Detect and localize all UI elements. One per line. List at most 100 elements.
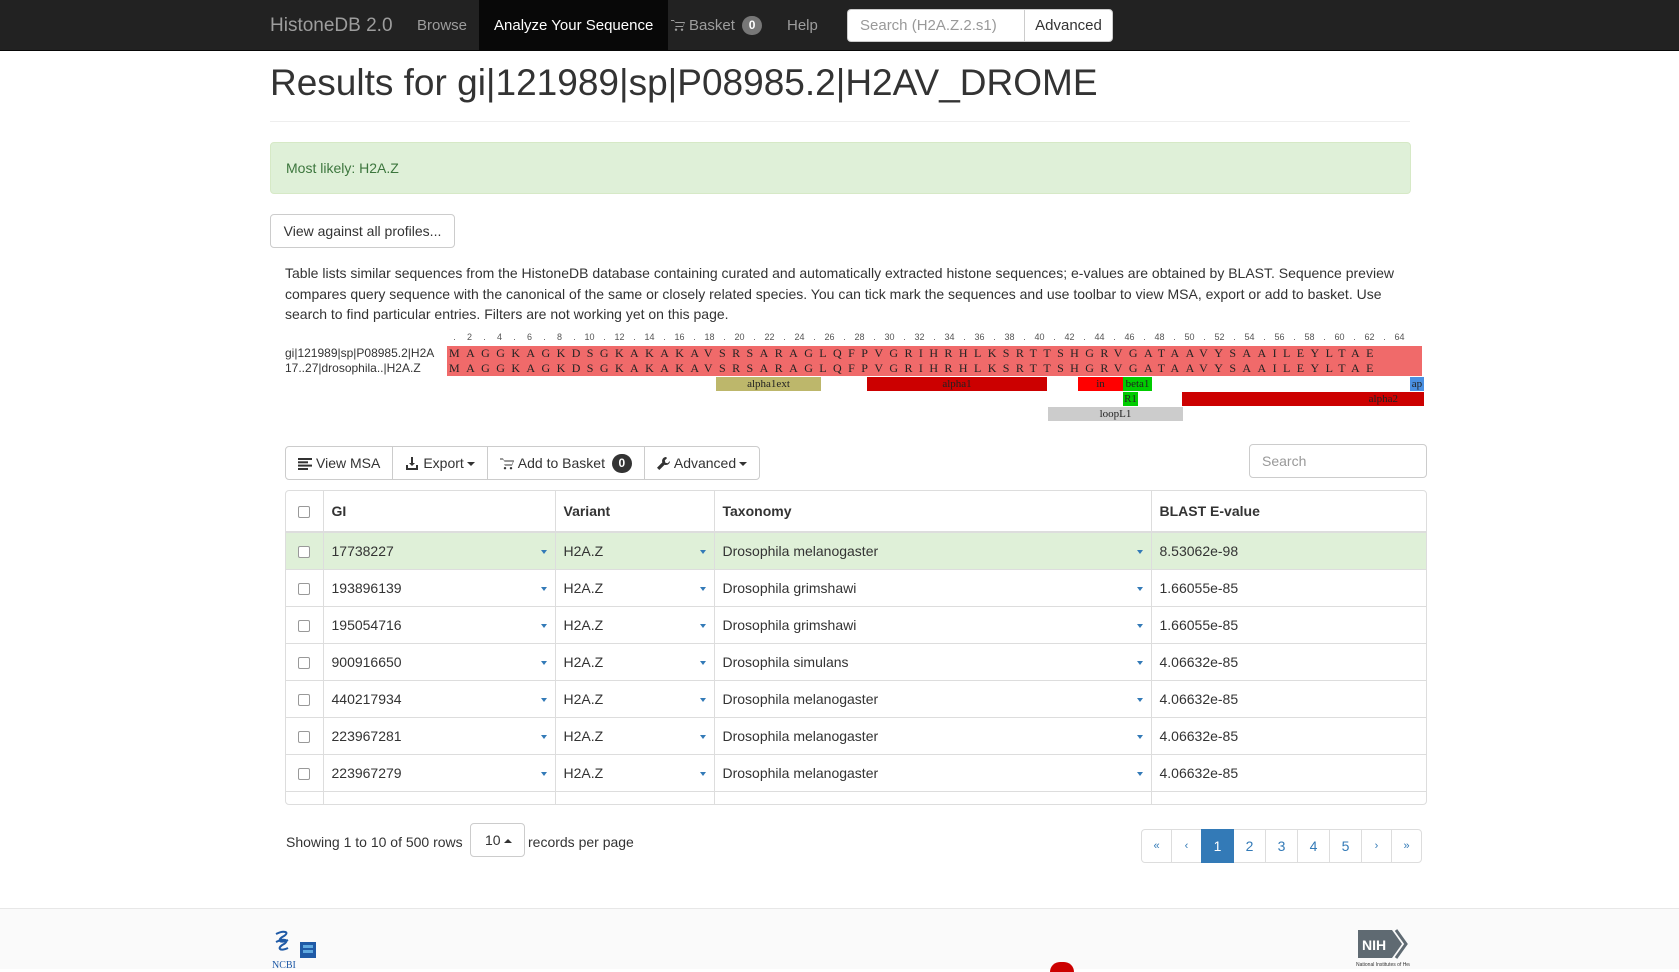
evalue-cell-text: 4.06632e-85 xyxy=(1160,802,1239,804)
expand-caret-icon[interactable] xyxy=(1136,623,1143,628)
align-left-icon xyxy=(298,458,312,470)
page-button-5[interactable]: 5 xyxy=(1329,829,1362,863)
page-next-button[interactable]: › xyxy=(1361,829,1392,863)
expand-caret-icon[interactable] xyxy=(540,734,547,739)
cart-icon xyxy=(499,458,514,470)
row-checkbox[interactable] xyxy=(298,546,311,559)
variant-cell-text: H2A.Z xyxy=(563,616,604,633)
evalue-cell: 4.06632e-85 xyxy=(1150,716,1426,754)
feature-ap: ap xyxy=(1410,377,1424,391)
expand-caret-icon[interactable] xyxy=(540,697,547,702)
page-button-2[interactable]: 2 xyxy=(1233,829,1266,863)
variant-cell: H2A.Z xyxy=(554,568,714,606)
table-row[interactable]: 223967281 H2A.Z Drosophila melanogaster 4.0… xyxy=(286,716,1426,754)
page-prev-button[interactable]: ‹ xyxy=(1171,829,1202,863)
feature-in: in xyxy=(1078,377,1123,391)
header-blast-evalue[interactable]: BLAST E-value xyxy=(1150,491,1426,533)
expand-caret-icon[interactable] xyxy=(540,623,547,628)
ncbi-logo[interactable]: NCBI xyxy=(270,928,326,970)
view-all-profiles-button[interactable]: View against all profiles... xyxy=(270,214,455,248)
gi-cell-text: 17738227 xyxy=(331,542,394,559)
expand-caret-icon[interactable] xyxy=(699,549,706,554)
page-first-button[interactable]: « xyxy=(1141,829,1172,863)
top-navbar: HistoneDB 2.0 Browse Analyze Your Sequen… xyxy=(0,0,1679,51)
table-header-row: GI Variant Taxonomy BLAST E-value xyxy=(286,491,1426,533)
showing-rows-text: Showing 1 to 10 of 500 rows xyxy=(286,834,463,850)
table-row[interactable]: 17738227 H2A.Z Drosophila melanogaster 8.53… xyxy=(286,531,1426,569)
expand-caret-icon[interactable] xyxy=(1136,549,1143,554)
taxonomy-cell-text: Drosophila melanogaster xyxy=(722,690,879,707)
variant-cell-text: H2A.Z xyxy=(564,802,604,804)
row-checkbox-cell xyxy=(286,790,323,804)
expand-caret-icon[interactable] xyxy=(699,697,706,702)
export-button[interactable]: Export xyxy=(392,446,488,480)
feature-alpha2: alpha2 xyxy=(1182,392,1424,406)
table-search-input[interactable] xyxy=(1249,444,1427,478)
expand-caret-icon[interactable] xyxy=(540,660,547,665)
table-row[interactable]: 440217934 H2A.Z Drosophila melanogaster 4.0… xyxy=(286,679,1426,717)
nav-browse[interactable]: Browse xyxy=(402,0,482,51)
expand-caret-icon[interactable] xyxy=(1136,697,1143,702)
page-size-caret-icon xyxy=(503,839,512,843)
nav-help[interactable]: Help xyxy=(772,0,833,51)
nih-logo-caption: National Institutes of Health xyxy=(1356,962,1410,968)
expand-caret-icon[interactable] xyxy=(1136,586,1143,591)
row-checkbox[interactable] xyxy=(298,693,311,706)
expand-caret-icon[interactable] xyxy=(699,771,706,776)
wrench-icon xyxy=(656,457,670,470)
header-variant[interactable]: Variant xyxy=(554,491,714,533)
expand-caret-icon[interactable] xyxy=(540,549,547,554)
pagination: «‹ 1 2 3 4 5 ›» xyxy=(1141,829,1422,863)
svg-text:NIH: NIH xyxy=(1362,937,1386,953)
results-table-container[interactable]: GI Variant Taxonomy BLAST E-value 177382… xyxy=(285,490,1427,805)
view-msa-button[interactable]: View MSA xyxy=(285,446,394,480)
export-label: Export xyxy=(423,455,464,471)
expand-caret-icon[interactable] xyxy=(699,586,706,591)
nih-logo[interactable]: NIH National Institutes of Health xyxy=(1356,928,1410,969)
row-checkbox[interactable] xyxy=(298,582,311,595)
table-row[interactable]: 900916650 H2A.Z Drosophila simulans 4.06632… xyxy=(286,642,1426,680)
gi-cell-text: 223967279 xyxy=(331,764,402,781)
taxonomy-cell: Drosophila grimshawi xyxy=(713,605,1151,643)
expand-caret-icon[interactable] xyxy=(699,623,706,628)
page-size-dropdown[interactable]: 10 xyxy=(470,823,525,857)
advanced-button[interactable]: Advanced xyxy=(643,446,761,480)
variant-cell-text: H2A.Z xyxy=(563,764,604,781)
nav-analyze-sequence[interactable]: Analyze Your Sequence xyxy=(479,0,669,51)
evalue-cell: 1.66055e-85 xyxy=(1150,568,1426,606)
row-checkbox[interactable] xyxy=(298,656,311,669)
taxonomy-cell-text: Drosophila melanogaster xyxy=(722,542,879,559)
nav-advanced-search-button[interactable]: Advanced xyxy=(1024,9,1113,42)
expand-caret-icon[interactable] xyxy=(699,734,706,739)
header-taxonomy[interactable]: Taxonomy xyxy=(713,491,1151,533)
header-gi[interactable]: GI xyxy=(322,491,555,533)
brand-link[interactable]: HistoneDB 2.0 xyxy=(270,0,393,51)
nav-search-input[interactable] xyxy=(847,9,1024,42)
row-checkbox[interactable] xyxy=(298,767,311,780)
expand-caret-icon[interactable] xyxy=(1136,771,1143,776)
select-all-checkbox[interactable] xyxy=(298,506,311,519)
page-button-1[interactable]: 1 xyxy=(1201,829,1234,863)
evalue-cell: 1.66055e-85 xyxy=(1150,605,1426,643)
row-checkbox[interactable] xyxy=(298,730,311,743)
expand-caret-icon[interactable] xyxy=(1136,734,1143,739)
expand-caret-icon[interactable] xyxy=(699,660,706,665)
page-button-3[interactable]: 3 xyxy=(1265,829,1298,863)
table-row[interactable]: 193896139 H2A.Z Drosophila grimshawi 1.6605… xyxy=(286,568,1426,606)
nav-basket[interactable]: Basket 0 xyxy=(656,0,777,51)
page-button-4[interactable]: 4 xyxy=(1297,829,1330,863)
variant-cell-text: H2A.Z xyxy=(563,579,604,596)
expand-caret-icon[interactable] xyxy=(1136,660,1143,665)
add-to-basket-button[interactable]: Add to Basket 0 xyxy=(486,446,645,480)
taxonomy-cell-text: Drosophila melanogaster xyxy=(722,764,879,781)
expand-caret-icon[interactable] xyxy=(540,586,547,591)
page-last-button[interactable]: » xyxy=(1391,829,1422,863)
table-row[interactable]: 195054716 H2A.Z Drosophila grimshawi 1.6605… xyxy=(286,605,1426,643)
table-row[interactable]: 223967279 H2A.Z Drosophila melanogaster 4.0… xyxy=(286,753,1426,791)
table-row[interactable]: 223967277 H2A.Z Drosophila melanogaster 4.0… xyxy=(286,790,1426,804)
taxonomy-cell: Drosophila melanogaster xyxy=(713,679,1151,717)
gi-cell-text: 223967281 xyxy=(331,727,402,744)
variant-cell-text: H2A.Z xyxy=(563,727,604,744)
expand-caret-icon[interactable] xyxy=(540,771,547,776)
row-checkbox[interactable] xyxy=(298,619,311,632)
